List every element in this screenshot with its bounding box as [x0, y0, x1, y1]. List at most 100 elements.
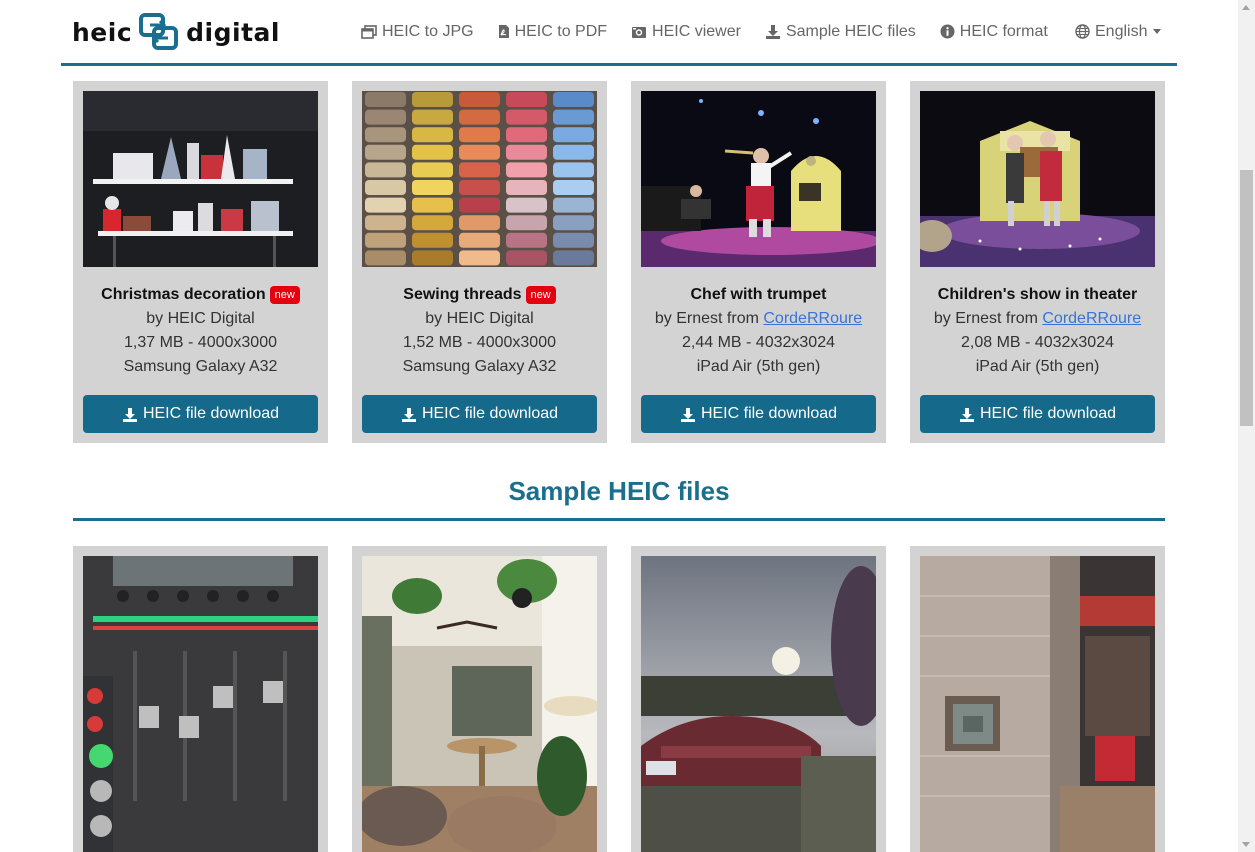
heic-download-button[interactable]: HEIC file download	[641, 395, 876, 433]
photo-sewing-threads	[362, 91, 597, 267]
sample-card	[352, 546, 607, 852]
page-scrollbar[interactable]	[1238, 0, 1255, 852]
photo-red-car	[641, 556, 876, 852]
thread-spool	[553, 215, 594, 231]
card-size: 1,37 MB - 4000x3000	[124, 334, 277, 351]
nav-label: HEIC to JPG	[382, 22, 474, 40]
card-title: Sewing threads new	[352, 283, 607, 307]
heic-download-button[interactable]: HEIC file download	[83, 395, 318, 433]
card-author: by Ernest from CordeRRoure	[631, 307, 886, 331]
chevron-down-icon	[1153, 29, 1162, 34]
thread-spool	[459, 250, 500, 266]
download-label: HEIC file download	[142, 405, 280, 422]
card-author-text: by Ernest from	[933, 310, 1043, 327]
download-icon	[680, 407, 695, 422]
thread-spool	[365, 197, 406, 213]
thread-spool	[506, 162, 547, 178]
card-device: Samsung Galaxy A32	[123, 358, 278, 375]
download-label: HEIC file download	[700, 405, 838, 422]
thread-spool	[459, 144, 500, 160]
nav-label: Sample HEIC files	[785, 22, 916, 40]
thread-spool	[553, 197, 594, 213]
thread-spool	[553, 232, 594, 248]
windows-icon	[361, 24, 377, 39]
thread-spool	[412, 232, 453, 248]
thread-spool	[365, 250, 406, 266]
thread-spool	[553, 180, 594, 195]
logo-text-left: heic	[72, 17, 133, 47]
heic-download-button[interactable]: HEIC file download	[362, 395, 597, 433]
thread-spool	[506, 109, 547, 125]
nav-label: HEIC to PDF	[514, 22, 608, 40]
info-icon	[940, 24, 955, 39]
author-link[interactable]: CordeRRoure	[1042, 310, 1141, 327]
scroll-up-arrow-icon[interactable]	[1242, 5, 1250, 10]
heic-download-button[interactable]: HEIC file download	[920, 395, 1155, 433]
thread-spool	[365, 127, 406, 143]
nav-heic-format[interactable]: HEIC format	[940, 23, 1048, 41]
scroll-down-arrow-icon[interactable]	[1242, 842, 1250, 847]
download-label: HEIC file download	[421, 405, 559, 422]
section-divider	[73, 518, 1165, 521]
scrollbar-thumb[interactable]	[1240, 170, 1253, 426]
thread-spool	[365, 92, 406, 107]
card-title: Children's show in theater	[937, 286, 1138, 303]
card-device: Samsung Galaxy A32	[402, 358, 557, 375]
thread-spool	[553, 144, 594, 160]
card-size: 1,52 MB - 4000x3000	[403, 334, 556, 351]
thread-spool	[365, 144, 406, 160]
download-icon	[122, 407, 137, 422]
author-link[interactable]: CordeRRoure	[763, 310, 862, 327]
thread-spool	[553, 162, 594, 178]
thread-spool	[412, 180, 453, 195]
thread-spool	[365, 180, 406, 195]
download-label: HEIC file download	[979, 405, 1117, 422]
logo-mark-icon	[139, 13, 179, 50]
thread-spool	[459, 92, 500, 107]
card-info: Christmas decoration new by HEIC Digital …	[73, 283, 328, 379]
card-author-text: by Ernest from	[654, 310, 764, 327]
thread-spool	[412, 250, 453, 266]
photo-christmas-decoration	[83, 91, 318, 267]
logo-text-right: digital	[186, 17, 280, 47]
language-dropdown[interactable]: English	[1075, 0, 1162, 63]
card-info: Children's show in theater by Ernest fro…	[910, 283, 1165, 379]
sample-card: Sewing threads new by HEIC Digital 1,52 M…	[352, 81, 607, 443]
nav-heic-to-pdf[interactable]: HEIC to PDF	[498, 23, 607, 41]
thread-spool	[412, 127, 453, 143]
sample-card: Chef with trumpet by Ernest from CordeRR…	[631, 81, 886, 443]
thread-spool	[365, 109, 406, 125]
thread-spool	[365, 232, 406, 248]
thread-spool	[412, 215, 453, 231]
card-title: Chef with trumpet	[690, 286, 827, 303]
download-icon	[401, 407, 416, 422]
thread-spool	[412, 109, 453, 125]
thread-spool	[553, 127, 594, 143]
thread-spool	[506, 127, 547, 143]
sample-card: Christmas decoration new by HEIC Digital …	[73, 81, 328, 443]
thread-spool	[459, 232, 500, 248]
thread-spool	[459, 215, 500, 231]
nav-heic-viewer[interactable]: HEIC viewer	[631, 23, 741, 41]
thread-spool	[412, 144, 453, 160]
card-author: by Ernest from CordeRRoure	[910, 307, 1165, 331]
thread-spool	[459, 180, 500, 195]
card-info: Chef with trumpet by Ernest from CordeRR…	[631, 283, 886, 379]
thread-spool	[553, 92, 594, 107]
thread-spool	[365, 215, 406, 231]
sample-card: Children's show in theater by Ernest fro…	[910, 81, 1165, 443]
card-title-text: Christmas decoration	[101, 286, 266, 303]
sample-card	[910, 546, 1165, 852]
nav-sample-heic-files[interactable]: Sample HEIC files	[765, 23, 916, 41]
thread-spool	[506, 180, 547, 195]
photo-cafe-interior	[362, 556, 597, 852]
download-icon	[959, 407, 974, 422]
thread-spool	[412, 197, 453, 213]
thread-spool	[506, 232, 547, 248]
navbar: heic digital HEIC to JPG HEIC to PDF HEI…	[61, 0, 1177, 66]
nav-heic-to-jpg[interactable]: HEIC to JPG	[361, 23, 474, 41]
card-title: Christmas decoration new	[73, 283, 328, 307]
thread-spool	[412, 92, 453, 107]
nav-label: HEIC viewer	[652, 22, 741, 40]
logo[interactable]: heic digital	[72, 12, 280, 52]
